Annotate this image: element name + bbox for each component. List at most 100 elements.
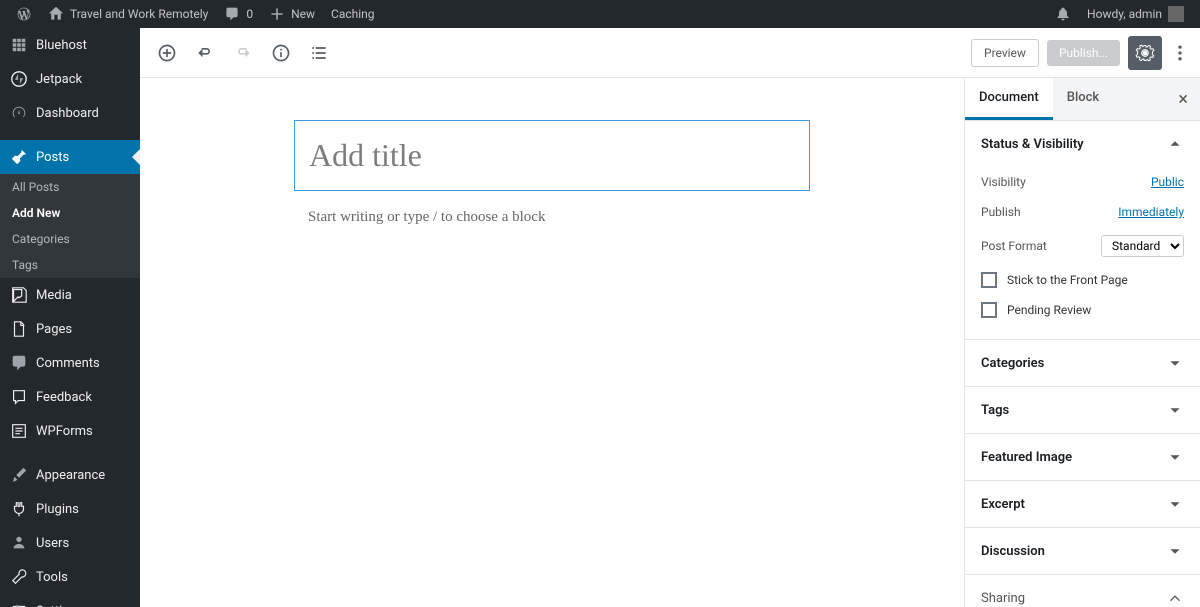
site-link[interactable]: Travel and Work Remotely — [40, 0, 216, 28]
plug-icon — [10, 500, 28, 518]
account-link[interactable]: Howdy, admin — [1079, 0, 1192, 28]
undo-icon — [195, 43, 215, 63]
sidebar-sub-categories[interactable]: Categories — [0, 226, 140, 252]
stick-checkbox[interactable] — [981, 272, 997, 288]
panel-discussion: Discussion — [965, 528, 1200, 575]
gear-icon — [1135, 43, 1155, 63]
more-button[interactable] — [1170, 36, 1190, 70]
editor: Preview Publish... Start writing or type… — [140, 28, 1200, 607]
notifications-link[interactable] — [1047, 0, 1079, 28]
jetpack-icon — [10, 70, 28, 88]
panel-status: Status & Visibility Visibility Public Pub… — [965, 121, 1200, 340]
admin-sidebar: Bluehost Jetpack Dashboard Posts All Pos… — [0, 28, 140, 607]
title-input[interactable] — [309, 137, 795, 174]
dashboard-icon — [10, 104, 28, 122]
site-name: Travel and Work Remotely — [70, 7, 208, 21]
chevron-down-icon — [1166, 495, 1184, 513]
visibility-value[interactable]: Public — [1151, 175, 1184, 189]
bell-icon — [1055, 6, 1071, 22]
panel-excerpt-header[interactable]: Excerpt — [965, 481, 1200, 527]
editor-canvas[interactable]: Start writing or type / to choose a bloc… — [140, 78, 964, 607]
comments-count: 0 — [246, 7, 253, 21]
wp-logo[interactable] — [8, 0, 40, 28]
page-icon — [10, 320, 28, 338]
plus-icon — [269, 6, 285, 22]
chevron-down-icon — [1166, 542, 1184, 560]
avatar — [1168, 6, 1184, 22]
panel-categories-header[interactable]: Categories — [965, 340, 1200, 386]
tab-block[interactable]: Block — [1053, 78, 1113, 120]
panel-tags: Tags — [965, 387, 1200, 434]
panel-status-header[interactable]: Status & Visibility — [965, 121, 1200, 167]
pending-checkbox[interactable] — [981, 302, 997, 318]
panel-sharing-header[interactable]: Sharing — [965, 575, 1200, 607]
preview-button[interactable]: Preview — [971, 39, 1039, 67]
sidebar-item-plugins[interactable]: Plugins — [0, 492, 140, 526]
body-placeholder[interactable]: Start writing or type / to choose a bloc… — [294, 191, 810, 226]
home-icon — [48, 6, 64, 22]
editor-toolbar: Preview Publish... — [140, 28, 1200, 78]
sidebar-item-feedback[interactable]: Feedback — [0, 380, 140, 414]
sidebar-item-users[interactable]: Users — [0, 526, 140, 560]
pin-icon — [10, 148, 28, 166]
caching-link[interactable]: Caching — [323, 0, 383, 28]
sidebar-item-jetpack[interactable]: Jetpack — [0, 62, 140, 96]
sidebar-item-wpforms[interactable]: WPForms — [0, 414, 140, 448]
sidebar-item-tools[interactable]: Tools — [0, 560, 140, 594]
chevron-up-icon — [1166, 135, 1184, 153]
pending-checkbox-row[interactable]: Pending Review — [981, 295, 1184, 325]
panel-discussion-header[interactable]: Discussion — [965, 528, 1200, 574]
chevron-down-icon — [1166, 401, 1184, 419]
panel-featured: Featured Image — [965, 434, 1200, 481]
outline-button[interactable] — [302, 36, 336, 70]
brush-icon — [10, 466, 28, 484]
sidebar-item-bluehost[interactable]: Bluehost — [0, 28, 140, 62]
chevron-up-icon — [1166, 589, 1184, 607]
publish-label: Publish — [981, 205, 1021, 219]
panel-categories: Categories — [965, 340, 1200, 387]
comment-icon — [10, 354, 28, 372]
list-icon — [309, 43, 329, 63]
sidebar-sub-tags[interactable]: Tags — [0, 252, 140, 278]
comment-icon — [224, 6, 240, 22]
sidebar-sub-all-posts[interactable]: All Posts — [0, 174, 140, 200]
wordpress-icon — [16, 6, 32, 22]
sidebar-item-pages[interactable]: Pages — [0, 312, 140, 346]
wpforms-icon — [10, 422, 28, 440]
visibility-label: Visibility — [981, 175, 1026, 189]
title-block[interactable] — [294, 120, 810, 191]
sidebar-item-comments[interactable]: Comments — [0, 346, 140, 380]
panel-excerpt: Excerpt — [965, 481, 1200, 528]
sidebar-item-dashboard[interactable]: Dashboard — [0, 96, 140, 130]
panel-featured-header[interactable]: Featured Image — [965, 434, 1200, 480]
new-label: New — [291, 7, 315, 21]
format-select[interactable]: Standard — [1101, 235, 1184, 257]
close-settings-button[interactable]: × — [1166, 89, 1200, 110]
undo-button[interactable] — [188, 36, 222, 70]
sidebar-item-media[interactable]: Media — [0, 278, 140, 312]
redo-icon — [233, 43, 253, 63]
info-button[interactable] — [264, 36, 298, 70]
stick-checkbox-row[interactable]: Stick to the Front Page — [981, 265, 1184, 295]
publish-button[interactable]: Publish... — [1047, 40, 1120, 66]
tab-document[interactable]: Document — [965, 78, 1053, 120]
new-link[interactable]: New — [261, 0, 323, 28]
info-icon — [271, 43, 291, 63]
grid-icon — [10, 36, 28, 54]
sidebar-sub-add-new[interactable]: Add New — [0, 200, 140, 226]
settings-toggle-button[interactable] — [1128, 36, 1162, 70]
add-block-button[interactable] — [150, 36, 184, 70]
panel-tags-header[interactable]: Tags — [965, 387, 1200, 433]
user-icon — [10, 534, 28, 552]
sidebar-item-settings[interactable]: Settings — [0, 594, 140, 607]
sidebar-item-appearance[interactable]: Appearance — [0, 458, 140, 492]
redo-button[interactable] — [226, 36, 260, 70]
sliders-icon — [10, 602, 28, 607]
more-vertical-icon — [1170, 43, 1190, 63]
admin-bar: Travel and Work Remotely 0 New Caching H… — [0, 0, 1200, 28]
format-label: Post Format — [981, 239, 1047, 253]
wrench-icon — [10, 568, 28, 586]
publish-value[interactable]: Immediately — [1118, 205, 1184, 219]
sidebar-item-posts[interactable]: Posts — [0, 140, 140, 174]
comments-link[interactable]: 0 — [216, 0, 261, 28]
